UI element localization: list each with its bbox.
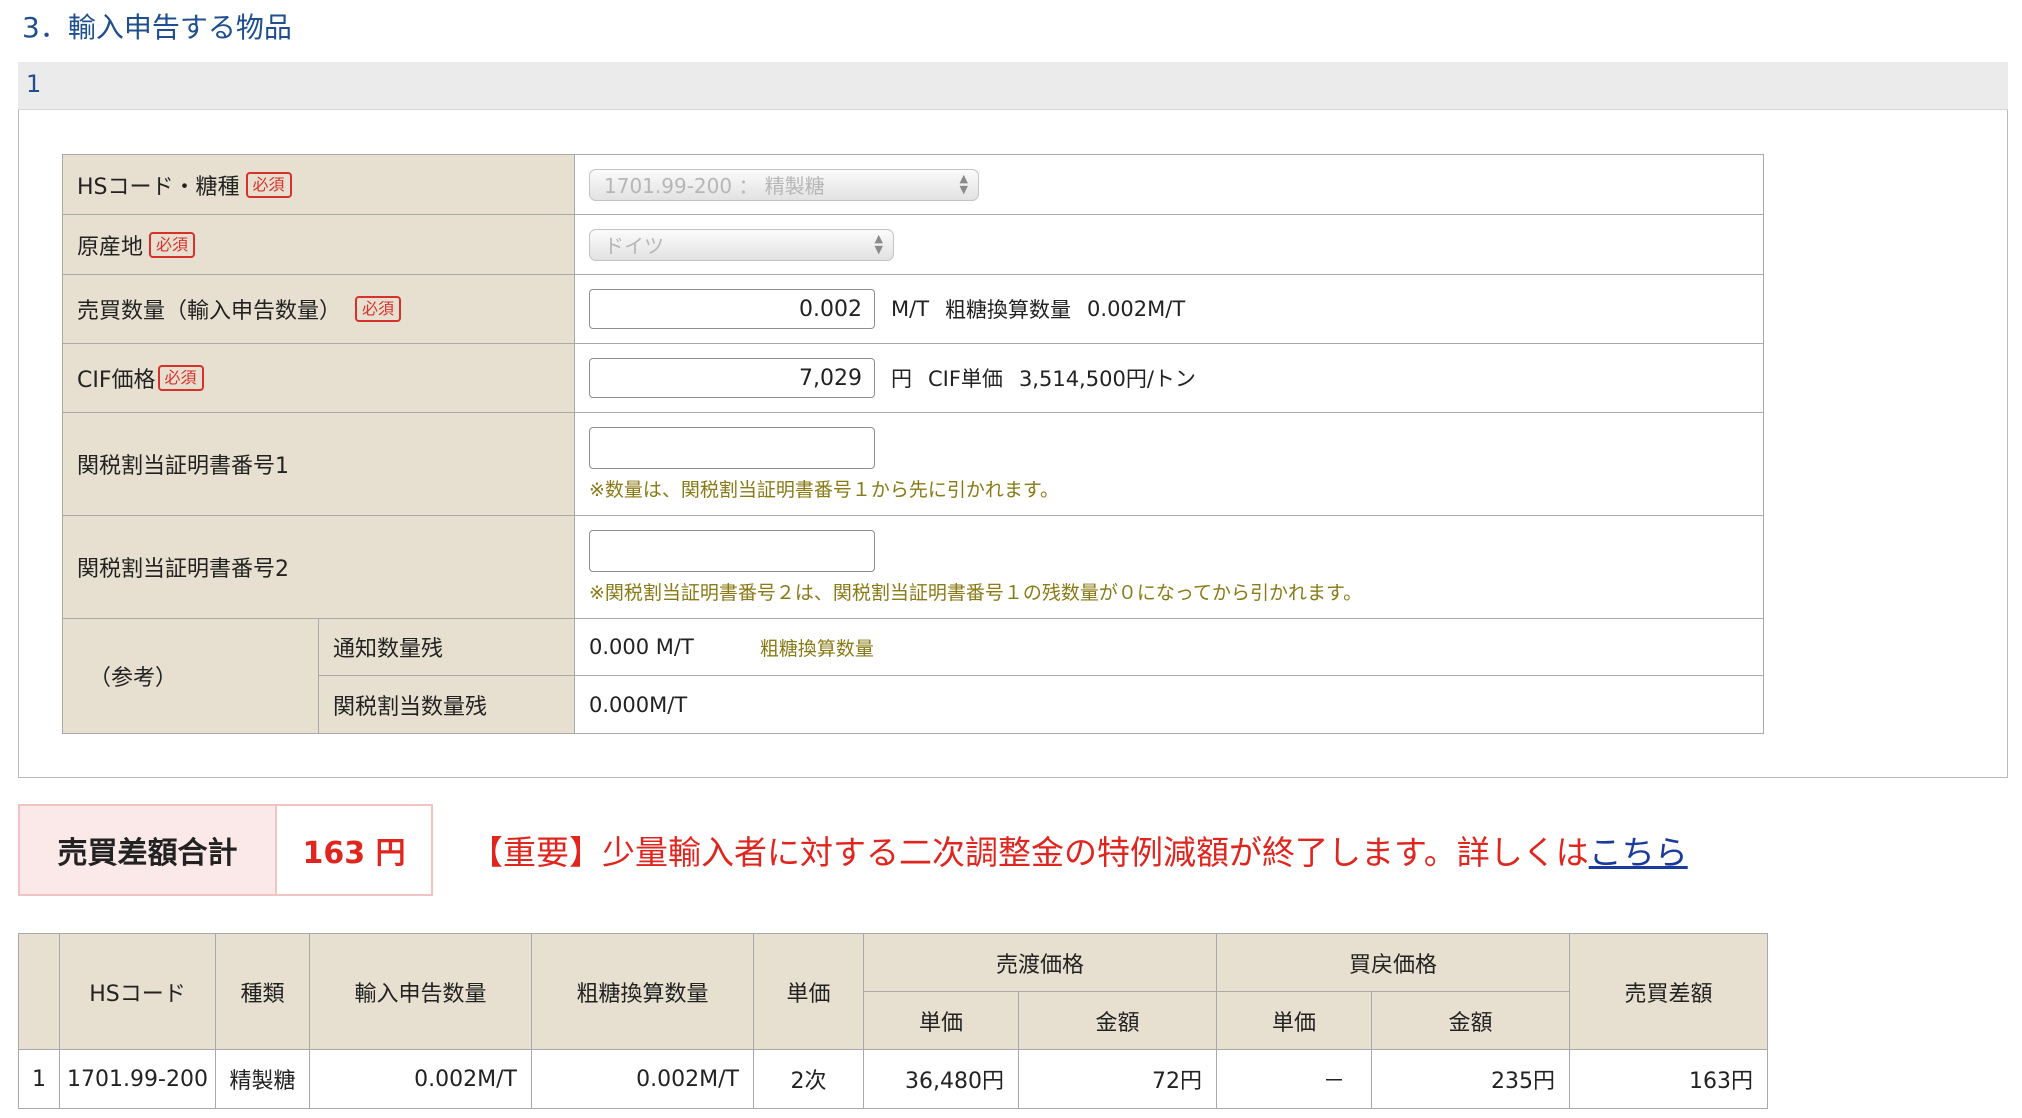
section-title: 3．輸入申告する物品 bbox=[22, 11, 292, 44]
table-row-difference: 163円 bbox=[1569, 1049, 1768, 1109]
cert1-label: 関税割当証明書番号1 bbox=[77, 454, 289, 479]
table-row-index: 1 bbox=[18, 1049, 60, 1109]
table-row-unit: 2次 bbox=[753, 1049, 864, 1109]
origin-label-cell: 原産地 必須 bbox=[62, 214, 575, 275]
table-header-hs-code: HSコード bbox=[59, 933, 216, 1050]
converted-quantity-label: 粗糖換算数量 bbox=[945, 298, 1072, 322]
quantity-input[interactable]: 0.002 bbox=[589, 289, 875, 329]
total-difference-label: 売買差額合計 bbox=[18, 804, 276, 896]
select-arrows-icon: ▲ ▼ bbox=[874, 231, 883, 256]
total-difference-value: 163 円 bbox=[275, 804, 433, 896]
origin-value-cell: ドイツ ▲ ▼ bbox=[574, 214, 1764, 275]
hs-code-label: HSコード・糖種 bbox=[77, 174, 240, 200]
cif-unit: 円 bbox=[891, 367, 912, 391]
origin-select[interactable]: ドイツ ▲ ▼ bbox=[589, 228, 894, 261]
important-notice: 【重要】少量輸入者に対する二次調整金の特例減額が終了します。詳しくはこちら bbox=[470, 826, 1688, 874]
cif-unit-price-label: CIF単価 bbox=[928, 367, 1003, 391]
quantity-unit: M/T bbox=[891, 297, 930, 321]
table-row-raw-qty: 0.002M/T bbox=[531, 1049, 754, 1109]
reference-label: （参考） bbox=[89, 666, 178, 691]
notified-remaining-note: 粗糖換算数量 bbox=[759, 637, 874, 660]
table-row-import-qty: 0.002M/T bbox=[309, 1049, 532, 1109]
cert2-input[interactable] bbox=[589, 529, 875, 572]
cert2-label: 関税割当証明書番号2 bbox=[77, 557, 289, 582]
quantity-label: 売買数量（輸入申告数量） bbox=[77, 299, 342, 324]
table-row-buy-amount: 235円 bbox=[1371, 1049, 1570, 1109]
hs-code-select[interactable]: 1701.99-200 ： 精製糖 ▲ ▼ bbox=[589, 168, 979, 201]
quota-remaining-value: 0.000M/T bbox=[589, 692, 688, 717]
quota-remaining-value-cell: 0.000M/T bbox=[574, 675, 1764, 734]
origin-label: 原産地 bbox=[77, 234, 144, 260]
table-row-sell-amount: 72円 bbox=[1018, 1049, 1217, 1109]
table-header-index bbox=[18, 933, 60, 1050]
table-header-sell-amount: 金額 bbox=[1018, 991, 1217, 1050]
required-badge: 必須 bbox=[245, 171, 292, 198]
cert1-value-cell: ※数量は、関税割当証明書番号１から先に引かれます。 bbox=[574, 412, 1764, 516]
notified-remaining-label: 通知数量残 bbox=[333, 637, 444, 662]
table-header-buy-price: 買戻価格 bbox=[1216, 933, 1570, 992]
hs-code-value-cell: 1701.99-200 ： 精製糖 ▲ ▼ bbox=[574, 154, 1764, 215]
item-header-bar bbox=[18, 62, 2008, 110]
quota-remaining-label-cell: 関税割当数量残 bbox=[318, 675, 575, 734]
table-row-hs-code: 1701.99-200 bbox=[59, 1049, 216, 1109]
quantity-label-cell: 売買数量（輸入申告数量） 必須 bbox=[62, 274, 575, 344]
table-header-unit: 単価 bbox=[753, 933, 864, 1050]
required-badge: 必須 bbox=[157, 365, 204, 391]
cif-label: CIF価格 bbox=[77, 368, 156, 393]
quota-remaining-label: 関税割当数量残 bbox=[333, 694, 488, 720]
cert1-label-cell: 関税割当証明書番号1 bbox=[62, 412, 575, 516]
hs-code-label-cell: HSコード・糖種 必須 bbox=[62, 154, 575, 215]
required-badge: 必須 bbox=[355, 296, 402, 322]
cert2-value-cell: ※関税割当証明書番号２は、関税割当証明書番号１の残数量が０になってから引かれます… bbox=[574, 515, 1764, 619]
item-number: 1 bbox=[26, 70, 42, 98]
origin-selected: ドイツ bbox=[604, 234, 664, 258]
notified-remaining-label-cell: 通知数量残 bbox=[318, 618, 575, 676]
reference-label-cell: （参考） bbox=[62, 618, 319, 734]
table-header-buy-unit: 単価 bbox=[1216, 991, 1372, 1050]
cif-value-cell: 7,029 円 CIF単価 3,514,500円/トン bbox=[574, 343, 1764, 413]
table-header-sell-price: 売渡価格 bbox=[863, 933, 1217, 992]
cert1-note: ※数量は、関税割当証明書番号１から先に引かれます。 bbox=[589, 478, 1060, 501]
table-header-type: 種類 bbox=[215, 933, 310, 1050]
table-header-import-qty: 輸入申告数量 bbox=[309, 933, 532, 1050]
table-row-type: 精製糖 bbox=[215, 1049, 310, 1109]
table-header-sell-unit: 単価 bbox=[863, 991, 1019, 1050]
cert2-label-cell: 関税割当証明書番号2 bbox=[62, 515, 575, 619]
notified-remaining-value-cell: 0.000 M/T 粗糖換算数量 bbox=[574, 618, 1764, 676]
quantity-value-cell: 0.002 M/T 粗糖換算数量 0.002M/T bbox=[574, 274, 1764, 344]
required-badge: 必須 bbox=[149, 231, 196, 258]
cert1-input[interactable] bbox=[589, 426, 875, 469]
table-row-sell-unit: 36,480円 bbox=[863, 1049, 1019, 1109]
table-row-buy-unit: － bbox=[1216, 1049, 1372, 1109]
notified-remaining-value: 0.000 M/T bbox=[589, 635, 694, 659]
converted-quantity-value: 0.002M/T bbox=[1087, 297, 1186, 321]
cert2-note: ※関税割当証明書番号２は、関税割当証明書番号１の残数量が０になってから引かれます… bbox=[589, 581, 1363, 604]
details-link[interactable]: こちら bbox=[1589, 833, 1688, 872]
table-header-raw-qty: 粗糖換算数量 bbox=[531, 933, 754, 1050]
cif-unit-price-value: 3,514,500円/トン bbox=[1018, 367, 1196, 391]
table-header-buy-amount: 金額 bbox=[1371, 991, 1570, 1050]
table-header-difference: 売買差額 bbox=[1569, 933, 1768, 1050]
cif-label-cell: CIF価格 必須 bbox=[62, 343, 575, 413]
cif-price-input[interactable]: 7,029 bbox=[589, 358, 875, 398]
hs-code-selected: 1701.99-200 ： 精製糖 bbox=[604, 174, 825, 198]
select-arrows-icon: ▲ ▼ bbox=[959, 171, 968, 196]
important-notice-text: 【重要】少量輸入者に対する二次調整金の特例減額が終了します。詳しくは bbox=[470, 833, 1589, 872]
